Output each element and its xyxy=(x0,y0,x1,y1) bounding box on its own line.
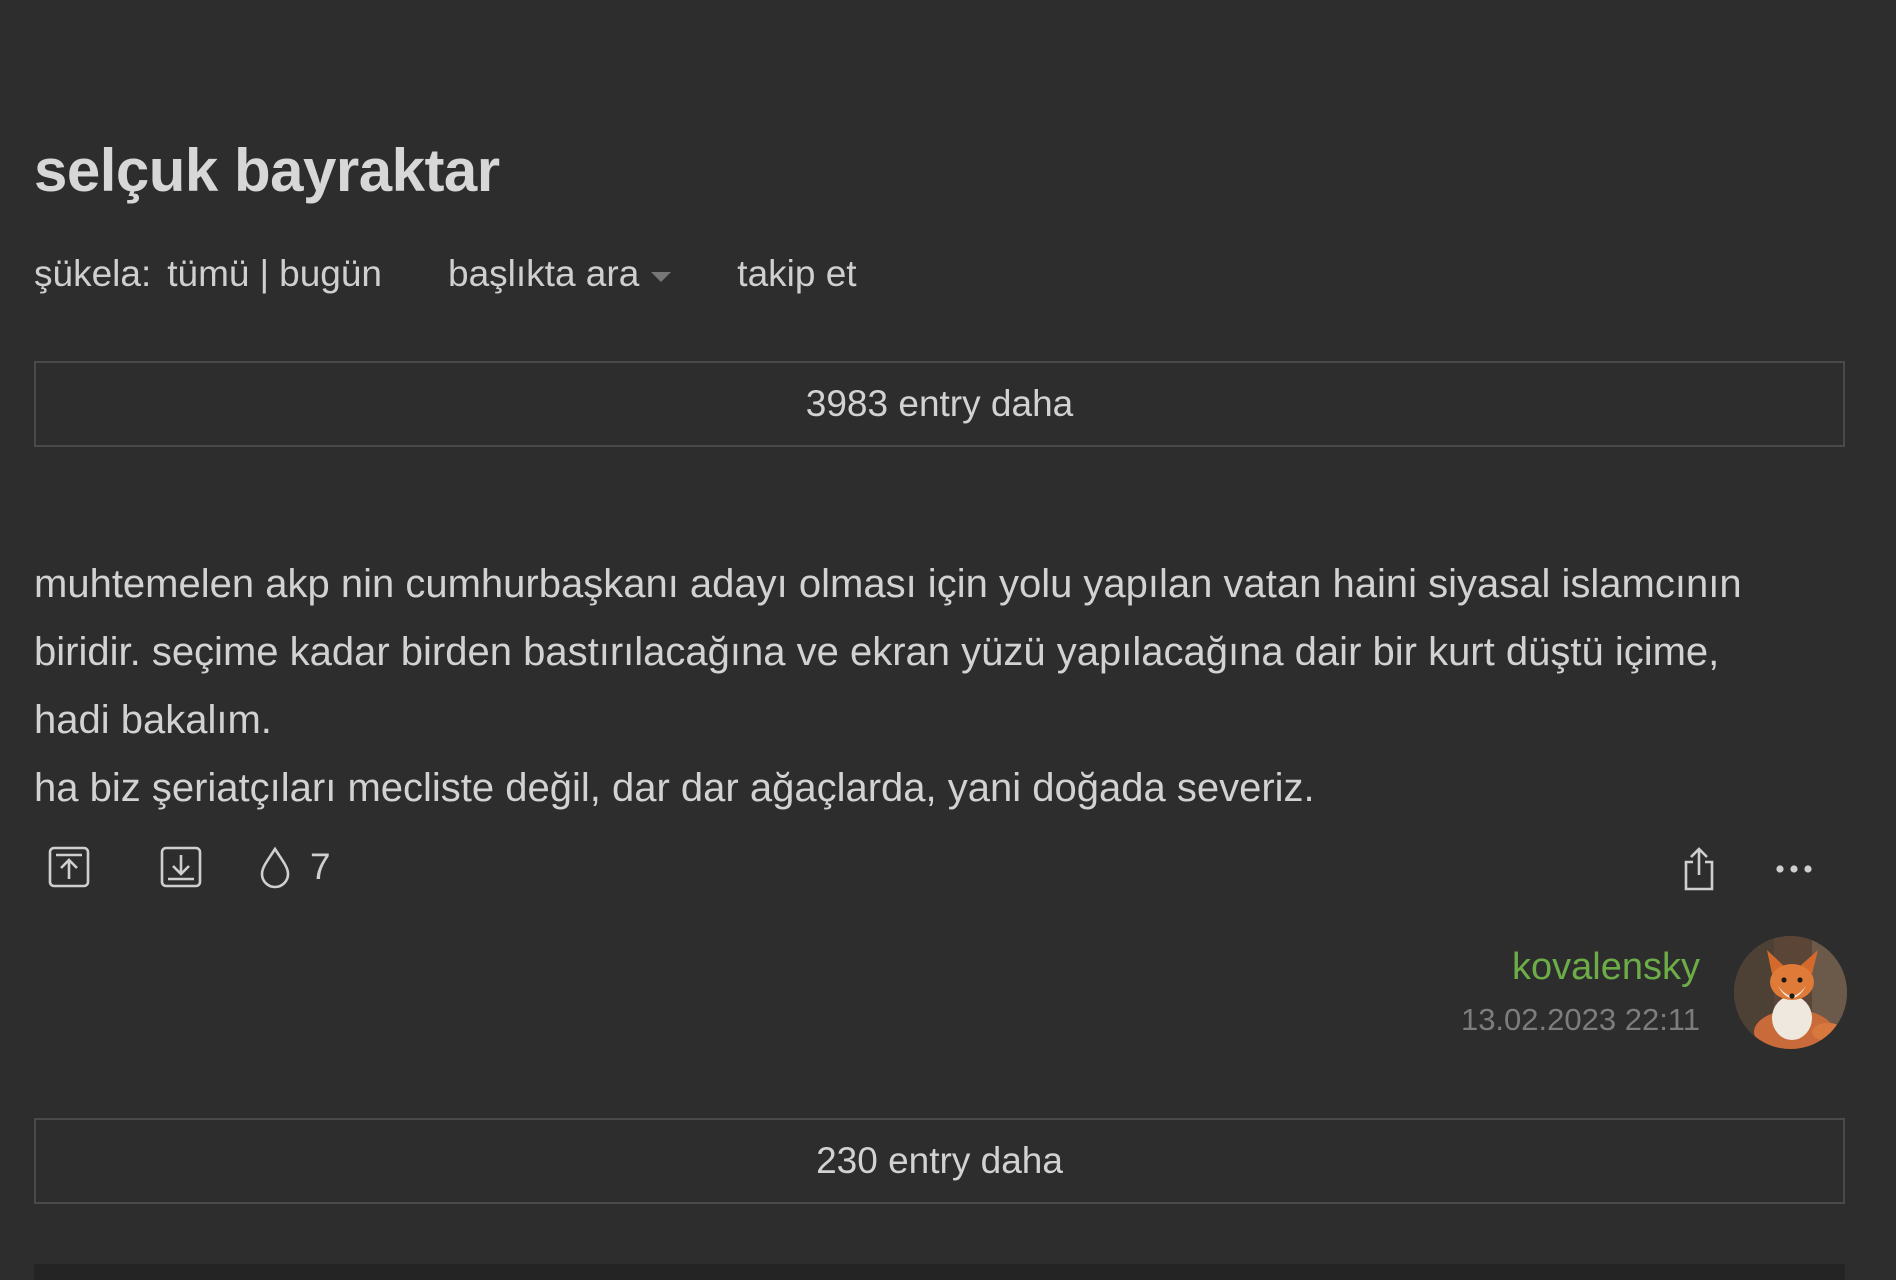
entry-text-line: biridir. seçime kadar birden bastırılaca… xyxy=(34,630,1720,674)
more-dots-icon[interactable] xyxy=(1774,857,1814,881)
entry-date-link[interactable]: 13.02.2023 22:11 xyxy=(1461,1002,1700,1038)
author-link[interactable]: kovalensky xyxy=(1512,946,1700,989)
search-in-topic-label: başlıkta ara xyxy=(448,253,640,294)
load-more-entries-top[interactable]: 3983 entry daha xyxy=(34,361,1845,447)
topic-nav: şükela: tümü | bugün başlıkta ara takip … xyxy=(34,250,857,298)
next-section-strip xyxy=(34,1264,1845,1280)
downvote-icon[interactable] xyxy=(160,845,202,889)
load-more-entries-bottom[interactable]: 230 entry daha xyxy=(34,1118,1845,1204)
drop-icon xyxy=(260,846,290,889)
topic-title[interactable]: selçuk bayraktar xyxy=(34,136,500,205)
entry-text-line: hadi bakalım. xyxy=(34,698,272,742)
upvote-icon[interactable] xyxy=(48,845,90,889)
search-in-topic-dropdown[interactable]: başlıkta ara xyxy=(448,253,672,295)
share-icon[interactable] xyxy=(1680,845,1718,893)
nav-separator: | xyxy=(259,253,270,294)
sukela-today-link[interactable]: bugün xyxy=(279,253,382,295)
follow-topic-link[interactable]: takip et xyxy=(737,253,856,295)
entry-content: muhtemelen akp nin cumhurbaşkanı adayı o… xyxy=(34,550,1854,822)
favorite-count: 7 xyxy=(310,846,331,887)
entry-actions: 7 xyxy=(34,845,1847,901)
topic-page: selçuk bayraktar şükela: tümü | bugün ba… xyxy=(34,0,1847,1280)
entry-text-line: muhtemelen akp nin cumhurbaşkanı adayı o… xyxy=(34,562,1742,606)
author-avatar[interactable] xyxy=(1734,936,1847,1049)
entry-author-info: kovalensky 13.02.2023 22:11 xyxy=(1347,936,1847,1051)
fox-avatar xyxy=(1734,936,1847,1049)
sukela-all-link[interactable]: tümü xyxy=(167,253,249,295)
favorite-button[interactable]: 7 xyxy=(258,845,331,889)
entry-text-line: ha biz şeriatçıları mecliste değil, dar … xyxy=(34,766,1315,810)
chevron-down-icon xyxy=(651,272,672,282)
sukela-label: şükela: xyxy=(34,253,152,294)
